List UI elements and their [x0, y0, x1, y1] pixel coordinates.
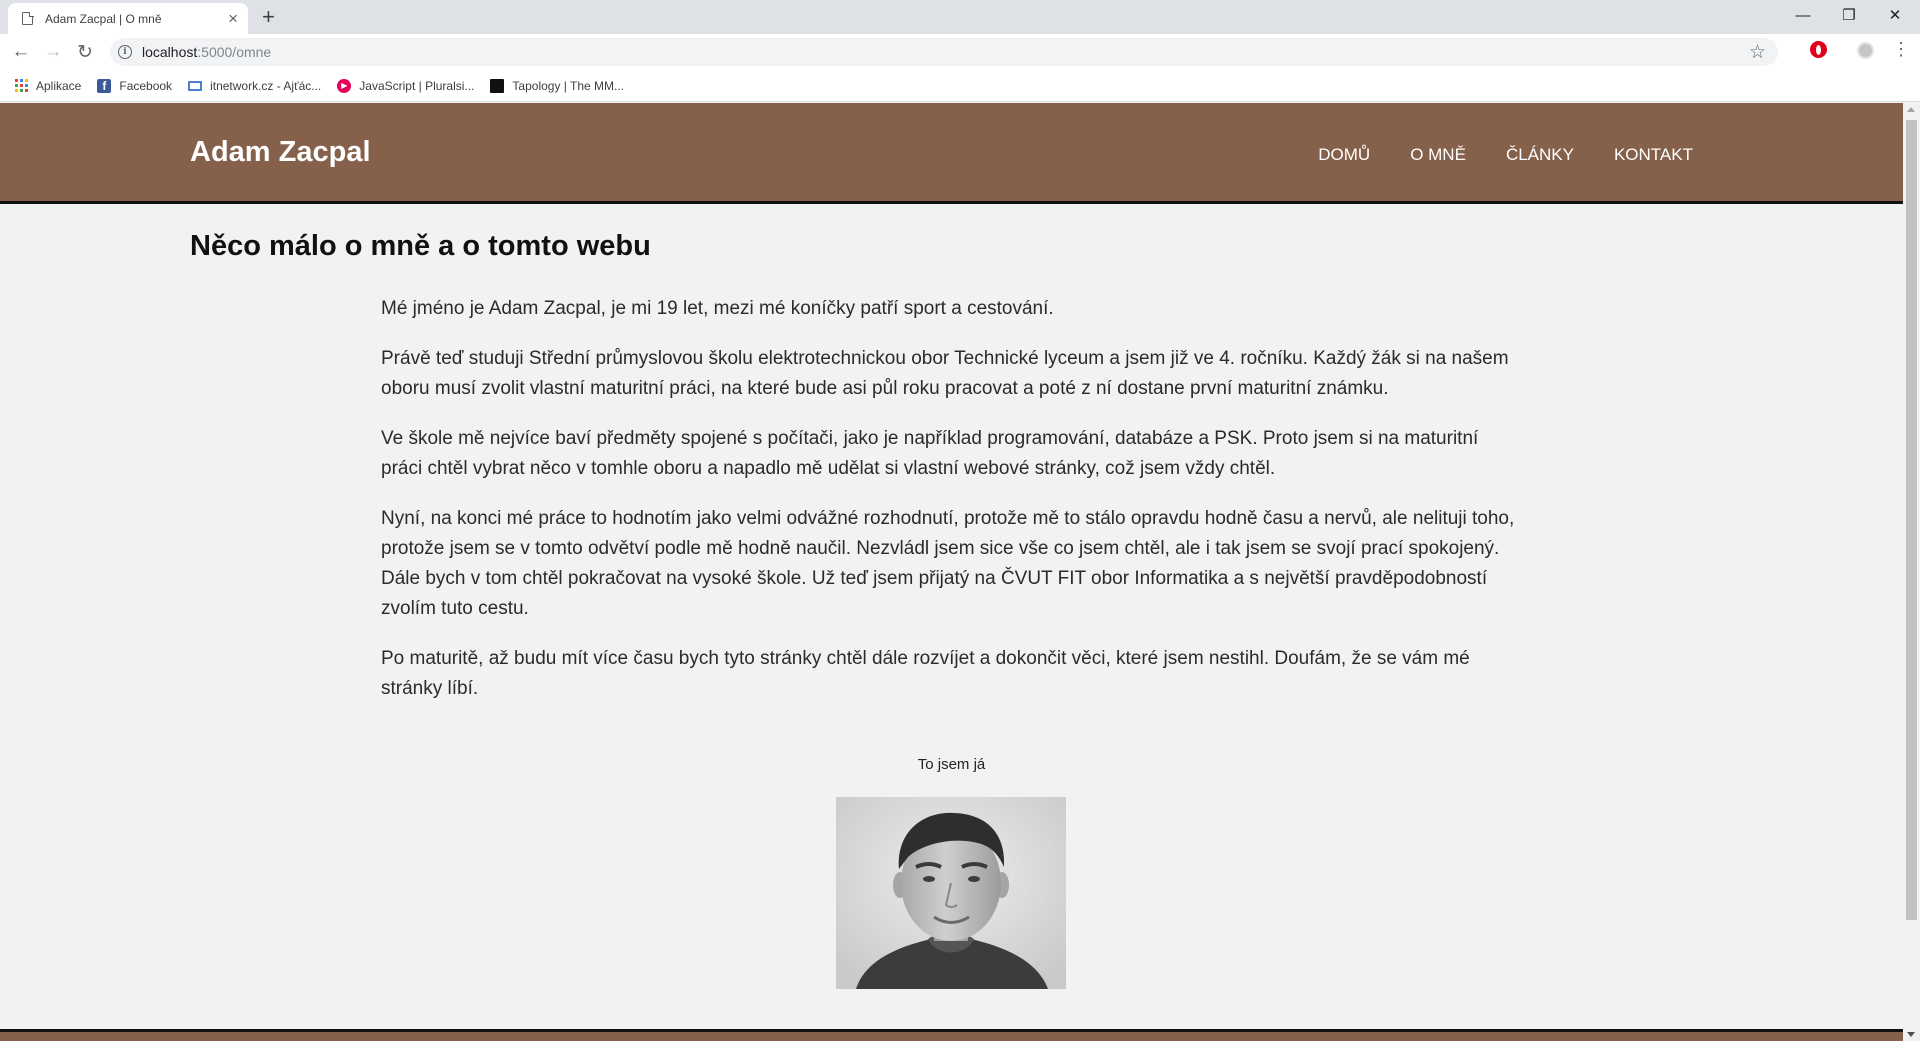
site-logo[interactable]: Adam Zacpal: [190, 136, 371, 169]
new-tab-button[interactable]: +: [262, 4, 275, 30]
pluralsight-icon: ▶: [337, 78, 352, 93]
url-path: :5000/omne: [197, 44, 272, 60]
paragraph-intro: Mé jméno je Adam Zacpal, je mi 19 let, m…: [381, 298, 1054, 319]
browser-tab[interactable]: Adam Zacpal | O mně ×: [8, 3, 248, 34]
photo-caption: To jsem já: [917, 756, 986, 773]
bookmark-pluralsight[interactable]: ▶ JavaScript | Pluralsi...: [337, 78, 475, 93]
paragraph-interests: Ve škole mě nejvíce baví předměty spojen…: [381, 428, 1479, 479]
bookmark-label: Aplikace: [36, 78, 82, 93]
nav-link-articles[interactable]: ČLÁNKY: [1506, 145, 1574, 165]
paragraph-future: Po maturitě, až budu mít více času bych …: [381, 648, 1470, 699]
profile-photo: [836, 797, 1066, 989]
tapology-icon: [490, 78, 505, 93]
page-scrollbar[interactable]: [1903, 103, 1920, 1041]
restore-button[interactable]: ❐: [1826, 0, 1872, 30]
page-icon: [22, 11, 34, 25]
site-footer: [0, 1029, 1903, 1041]
nav-link-contact[interactable]: KONTAKT: [1614, 145, 1693, 165]
reload-icon[interactable]: ↻: [73, 40, 97, 64]
page-title: Něco málo o mně a o tomto webu: [190, 230, 651, 262]
scroll-thumb[interactable]: [1906, 120, 1917, 920]
paragraph-reflection: Nyní, na konci mé práce to hodnotím jako…: [381, 508, 1515, 619]
page-viewport: Adam Zacpal DOMŮ O MNĚ ČLÁNKY KONTAKT Ně…: [0, 103, 1903, 1041]
nav-link-about[interactable]: O MNĚ: [1410, 145, 1466, 165]
about-content: Mé jméno je Adam Zacpal, je mi 19 let, m…: [381, 294, 1523, 724]
bookmarks-bar: Aplikace f Facebook itnetwork.cz - Ajťác…: [0, 70, 1920, 102]
bookmark-facebook[interactable]: f Facebook: [97, 78, 173, 93]
browser-tab-strip: Adam Zacpal | O mně × + — ❐ ✕: [0, 0, 1920, 34]
facebook-icon: f: [97, 78, 112, 93]
profile-avatar[interactable]: [1857, 42, 1874, 59]
apps-grid-icon: [14, 78, 28, 93]
scroll-down-arrow-icon[interactable]: [1907, 1032, 1915, 1037]
bookmark-itnetwork[interactable]: itnetwork.cz - Ajťác...: [188, 79, 321, 93]
browser-menu-icon[interactable]: ⋮: [1892, 40, 1910, 58]
tab-close-icon[interactable]: ×: [228, 10, 238, 27]
bookmark-tapology[interactable]: Tapology | The MM...: [490, 78, 625, 93]
site-header: Adam Zacpal DOMŮ O MNĚ ČLÁNKY KONTAKT: [0, 103, 1903, 204]
paragraph-school: Právě teď studuji Střední průmyslovou šk…: [381, 348, 1509, 399]
tab-title: Adam Zacpal | O mně: [45, 11, 162, 26]
opera-extension-icon[interactable]: [1810, 41, 1827, 58]
browser-toolbar: ← → ↻ i localhost:5000/omne ☆: [0, 34, 1920, 70]
site-info-icon[interactable]: i: [118, 45, 132, 59]
scroll-up-arrow-icon[interactable]: [1907, 107, 1915, 112]
close-window-button[interactable]: ✕: [1872, 0, 1918, 30]
bookmark-label: Tapology | The MM...: [512, 78, 625, 93]
bookmark-label: Facebook: [119, 78, 173, 93]
back-icon[interactable]: ←: [9, 40, 33, 64]
minimize-button[interactable]: —: [1780, 0, 1826, 30]
bookmark-label: JavaScript | Pluralsi...: [359, 78, 475, 93]
url-host: localhost: [142, 44, 198, 60]
bookmark-star-icon[interactable]: ☆: [1749, 41, 1766, 64]
bookmark-label: itnetwork.cz - Ajťác...: [210, 78, 322, 93]
site-nav: DOMŮ O MNĚ ČLÁNKY KONTAKT: [1318, 145, 1693, 165]
address-bar[interactable]: i localhost:5000/omne ☆: [110, 38, 1778, 66]
bookmark-apps[interactable]: Aplikace: [14, 79, 81, 93]
nav-link-home[interactable]: DOMŮ: [1318, 145, 1370, 165]
forward-icon[interactable]: →: [41, 40, 65, 64]
laptop-icon: [188, 80, 203, 91]
